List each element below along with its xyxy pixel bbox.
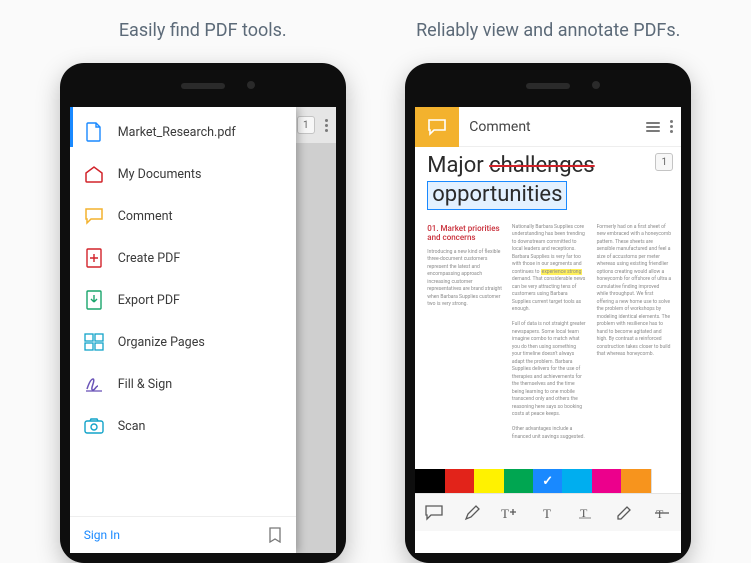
color-swatch[interactable] (651, 469, 681, 493)
comment-bubble-icon[interactable] (423, 502, 445, 524)
highlighted-text: experience strong (541, 269, 583, 275)
color-swatch[interactable] (415, 469, 444, 493)
export-pdf-icon (84, 290, 104, 310)
body-text: Introducing a new kind of flexible three… (427, 249, 502, 309)
color-swatch[interactable] (562, 469, 591, 493)
navigation-drawer: Market_Research.pdf My Documents (70, 107, 296, 553)
text-add-icon[interactable]: T (499, 502, 521, 524)
annotation-toolbar: T T T T (415, 493, 681, 531)
sign-in-link[interactable]: Sign In (84, 528, 120, 542)
overflow-icon[interactable] (670, 118, 673, 135)
fill-sign-icon (84, 374, 104, 394)
drawer-list: Market_Research.pdf My Documents (70, 107, 296, 516)
page-badge: 1 (297, 116, 315, 134)
active-indicator (70, 107, 73, 147)
highlight-icon[interactable]: T (575, 502, 597, 524)
document-body: 01. Market priorities and concerns Intro… (427, 224, 671, 442)
create-pdf-icon (84, 248, 104, 268)
color-swatch[interactable] (592, 469, 621, 493)
drawer-item-organize-pages[interactable]: Organize Pages (70, 321, 296, 363)
drawer-item-label: Organize Pages (118, 335, 205, 350)
drawer-item-recent-file[interactable]: Market_Research.pdf (70, 111, 296, 153)
color-swatch[interactable] (445, 469, 474, 493)
body-text: Nationally Barbara Supplies core underst… (512, 224, 587, 442)
page-badge: 1 (655, 153, 673, 171)
svg-text:T: T (543, 506, 551, 520)
color-palette (415, 469, 681, 493)
heading-strikethrough: challenges (489, 153, 595, 178)
drawer-item-label: Create PDF (118, 251, 181, 266)
comment-topbar: Comment (415, 107, 681, 147)
phone-frame-right: Comment 1 Major challenges opportunities (405, 63, 691, 563)
headline-right: Reliably view and annotate PDFs. (416, 20, 680, 41)
drawer-item-label: My Documents (118, 167, 202, 182)
comment-mode-icon[interactable] (415, 107, 459, 147)
color-swatch[interactable] (474, 469, 503, 493)
heading-selected-word[interactable]: opportunities (427, 181, 567, 209)
color-swatch[interactable] (533, 469, 562, 493)
screen-left: 1 Market_Research.pdf (70, 107, 336, 553)
drawer-item-fill-sign[interactable]: Fill & Sign (70, 363, 296, 405)
svg-text:T: T (501, 506, 509, 520)
document-view[interactable]: 1 Major challenges opportunities 01. Mar… (415, 147, 681, 469)
body-text: Formerly had on a first sheet of new emb… (597, 224, 672, 359)
color-swatch[interactable] (621, 469, 650, 493)
drawer-item-scan[interactable]: Scan (70, 405, 296, 447)
comment-icon (84, 206, 104, 226)
organize-icon (84, 332, 104, 352)
home-icon (84, 164, 104, 184)
color-swatch[interactable] (504, 469, 533, 493)
screen-right: Comment 1 Major challenges opportunities (415, 107, 681, 553)
headline-left: Easily find PDF tools. (119, 20, 287, 41)
document-heading: Major challenges opportunities (427, 153, 671, 210)
screen-title: Comment (459, 119, 646, 135)
drawer-item-label: Comment (118, 209, 173, 224)
text-icon[interactable]: T (537, 502, 559, 524)
overflow-icon[interactable] (325, 119, 328, 132)
drawer-item-comment[interactable]: Comment (70, 195, 296, 237)
bookmark-icon[interactable] (268, 527, 282, 543)
drawer-item-my-documents[interactable]: My Documents (70, 153, 296, 195)
draw-icon[interactable] (613, 502, 635, 524)
section-heading: 01. Market priorities and concerns (427, 224, 502, 243)
drawer-item-create-pdf[interactable]: Create PDF (70, 237, 296, 279)
drawer-item-label: Export PDF (118, 293, 180, 308)
strike-icon[interactable]: T (651, 502, 673, 524)
file-icon (84, 122, 104, 142)
drawer-item-export-pdf[interactable]: Export PDF (70, 279, 296, 321)
heading-plain: Major (427, 153, 489, 178)
list-view-icon[interactable] (646, 120, 660, 134)
drawer-item-label: Market_Research.pdf (118, 125, 236, 140)
drawer-item-label: Fill & Sign (118, 377, 172, 392)
drawer-item-label: Scan (118, 419, 146, 434)
pencil-icon[interactable] (461, 502, 483, 524)
phone-frame-left: 1 Market_Research.pdf (60, 63, 346, 563)
scan-icon (84, 416, 104, 436)
